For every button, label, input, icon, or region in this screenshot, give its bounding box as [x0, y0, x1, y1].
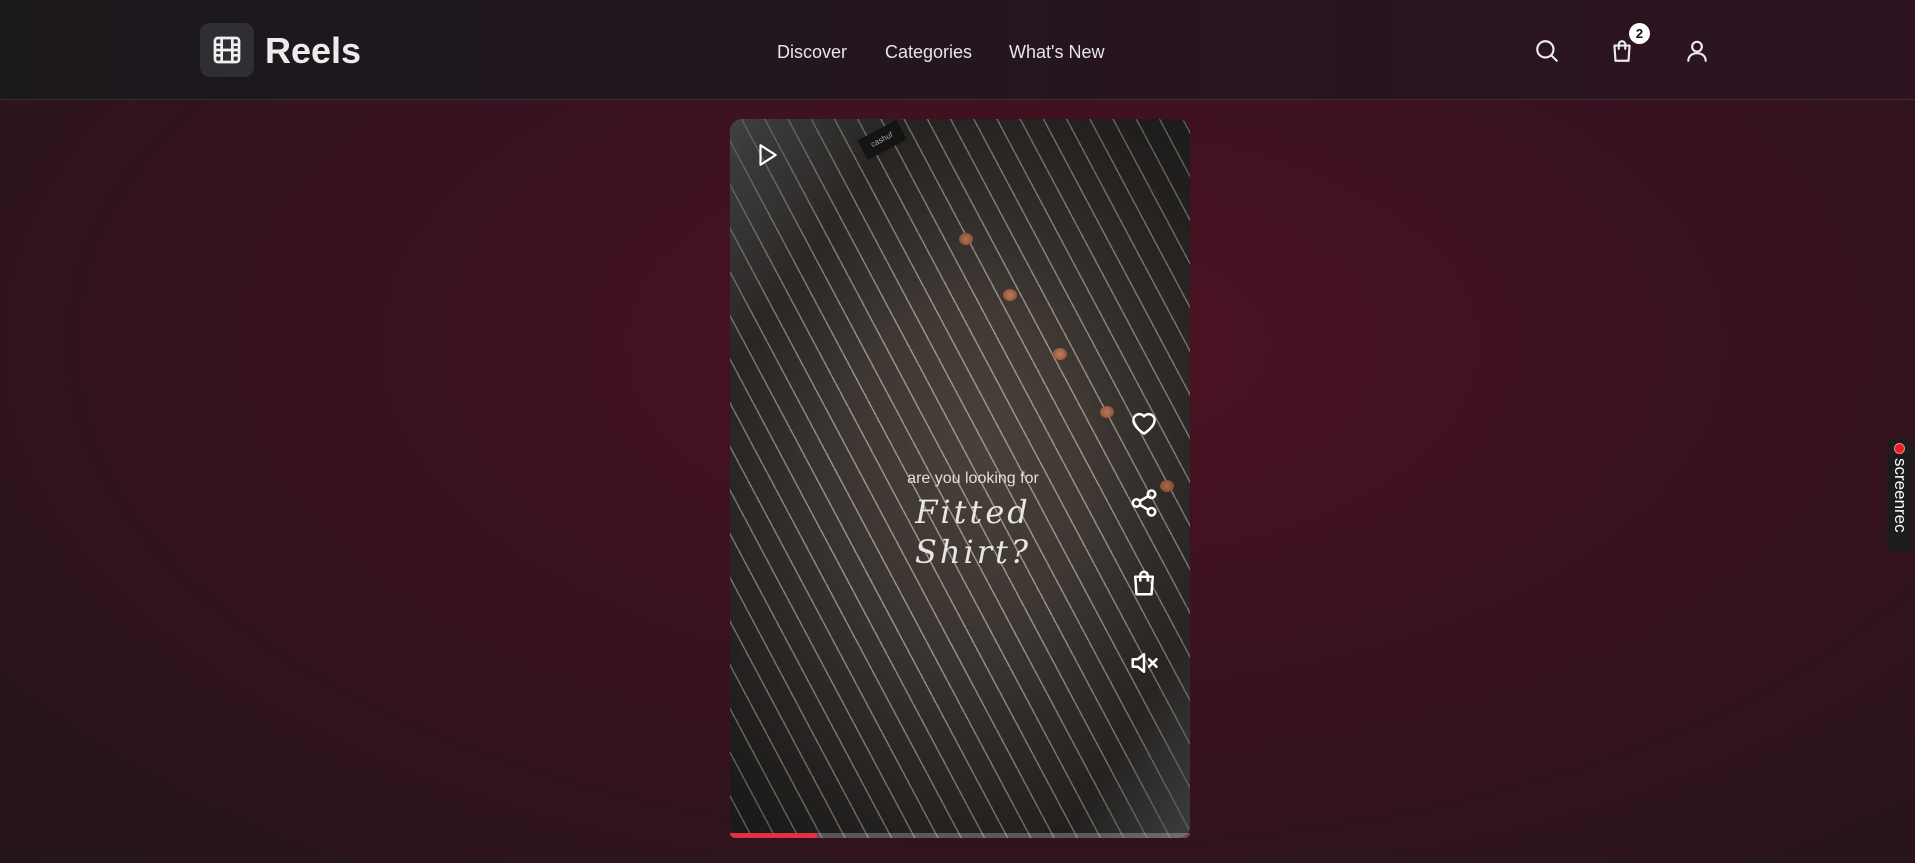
play-icon — [759, 144, 777, 166]
cart-count-badge: 2 — [1629, 23, 1650, 44]
logo-text[interactable]: Reels — [265, 29, 361, 73]
search-button[interactable] — [1531, 35, 1563, 67]
nav-categories[interactable]: Categories — [885, 40, 972, 64]
play-button[interactable] — [752, 140, 782, 170]
video-progress-bar[interactable] — [730, 833, 1190, 838]
heart-icon — [1132, 412, 1156, 435]
record-dot-icon — [1894, 443, 1905, 454]
account-button[interactable] — [1681, 35, 1713, 67]
search-icon — [1536, 40, 1558, 62]
shopping-bag-icon — [1134, 570, 1154, 596]
nav-whats-new[interactable]: What's New — [1009, 40, 1104, 64]
like-button[interactable] — [1120, 399, 1168, 447]
share-icon — [1131, 489, 1157, 517]
video-progress-fill — [730, 833, 818, 838]
add-to-cart-button[interactable] — [1120, 559, 1168, 607]
share-button[interactable] — [1120, 479, 1168, 527]
screen-recorder-tab[interactable]: screenrec — [1887, 439, 1913, 551]
mute-icon — [1131, 653, 1158, 673]
caption-title: Fitted Shirt? — [914, 493, 1032, 571]
caption-subtitle: are you looking for — [907, 470, 1039, 487]
recorder-label: screenrec — [1891, 458, 1910, 533]
film-icon — [213, 36, 241, 64]
mute-button[interactable] — [1120, 639, 1168, 687]
shopping-bag-icon — [1613, 40, 1631, 62]
top-bar: Reels Discover Categories What's New 2 — [0, 0, 1915, 100]
logo-button[interactable] — [200, 23, 254, 77]
nav-discover[interactable]: Discover — [777, 40, 847, 64]
user-icon — [1687, 40, 1707, 62]
